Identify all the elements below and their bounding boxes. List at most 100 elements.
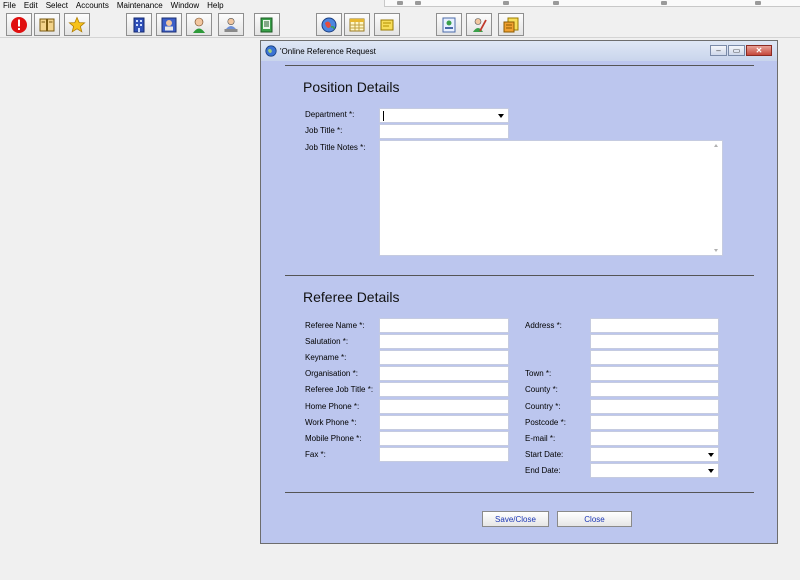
divider [285,492,754,493]
referee-job-title-input[interactable] [379,382,509,397]
building-icon [133,17,145,32]
menu-window[interactable]: Window [171,0,199,11]
reference-request-window: 'Online Reference Request – ▭ ✕ Position… [260,40,778,544]
cv-button[interactable] [436,13,462,36]
cv-icon [442,17,456,32]
placements-button[interactable] [466,13,492,36]
county-label: County *: [525,385,558,394]
menu-accounts[interactable]: Accounts [76,0,109,11]
work-phone-input[interactable] [379,415,509,430]
menu-file[interactable]: File [3,0,16,11]
postcode-label: Postcode *: [525,418,566,427]
web-button[interactable] [316,13,342,36]
window-title: 'Online Reference Request [280,46,376,56]
position-details-heading: Position Details [303,79,400,95]
salutation-input[interactable] [379,334,509,349]
chevron-down-icon [498,114,504,118]
window-titlebar[interactable]: 'Online Reference Request – ▭ ✕ [261,41,777,61]
country-input[interactable] [590,399,719,414]
note-icon [380,19,394,30]
mobile-phone-label: Mobile Phone *: [305,434,362,443]
keyname-label: Keyname *: [305,353,347,362]
favourites-button[interactable] [64,13,90,36]
keyname-input[interactable] [379,350,509,365]
notes-scrollbar[interactable] [711,141,722,255]
referee-details-heading: Referee Details [303,289,400,305]
start-date-picker[interactable] [590,447,719,462]
end-date-picker[interactable] [590,463,719,478]
organisation-label: Organisation *: [305,369,358,378]
close-window-button[interactable]: ✕ [746,45,772,56]
scroll-up-icon[interactable] [714,144,718,147]
menu-select[interactable]: Select [46,0,68,11]
text-caret [383,111,384,121]
maximize-icon: ▭ [732,45,741,55]
globe-icon [321,17,337,32]
companies-button[interactable] [126,13,152,36]
job-title-label: Job Title *: [305,126,343,135]
fax-input[interactable] [379,447,509,462]
scroll-down-icon[interactable] [714,249,718,252]
referee-name-label: Referee Name *: [305,321,365,330]
referee-name-input[interactable] [379,318,509,333]
book-icon [39,18,55,31]
book-button[interactable] [34,13,60,36]
person-icon [193,17,205,33]
menu-help[interactable]: Help [207,0,223,11]
end-date-label: End Date: [525,466,561,475]
country-label: Country *: [525,402,561,411]
contracts-button[interactable] [498,13,524,36]
divider [285,275,754,276]
fax-label: Fax *: [305,450,326,459]
email-label: E-mail *: [525,434,556,443]
documents-button[interactable] [254,13,280,36]
job-title-notes-label: Job Title Notes *: [305,143,366,152]
user-desk-icon [224,17,238,32]
mobile-phone-input[interactable] [379,431,509,446]
document-icon [260,17,273,32]
home-phone-input[interactable] [379,399,509,414]
county-input[interactable] [590,382,719,397]
email-input[interactable] [590,431,719,446]
menu-maintenance[interactable]: Maintenance [117,0,163,11]
candidates-button[interactable] [186,13,212,36]
menu-edit[interactable]: Edit [24,0,38,11]
save-close-button[interactable]: Save/Close [482,511,549,527]
town-label: Town *: [525,369,552,378]
toolbar [0,11,800,38]
person-edit-icon [473,17,487,32]
maximize-button[interactable]: ▭ [728,45,745,56]
department-select[interactable] [379,108,509,123]
close-button[interactable]: Close [557,511,632,527]
minimize-icon: – [716,45,721,55]
contracts-icon [503,17,519,32]
job-title-notes-textarea[interactable] [379,140,723,256]
chevron-down-icon [708,469,714,473]
globe-icon [265,45,277,57]
department-label: Department *: [305,110,355,119]
diary-button[interactable] [344,13,370,36]
notes-button[interactable] [374,13,400,36]
home-phone-label: Home Phone *: [305,402,360,411]
address-line-1-input[interactable] [590,318,719,333]
start-date-label: Start Date: [525,450,564,459]
alert-button[interactable] [6,13,32,36]
organisation-input[interactable] [379,366,509,381]
address-line-3-input[interactable] [590,350,719,365]
background-window-strip [384,0,800,7]
contacts-button[interactable] [156,13,182,36]
alert-icon [11,16,27,33]
divider [285,65,754,66]
town-input[interactable] [590,366,719,381]
users-button[interactable] [218,13,244,36]
job-title-input[interactable] [379,124,509,139]
chevron-down-icon [708,453,714,457]
minimize-button[interactable]: – [710,45,727,56]
postcode-input[interactable] [590,415,719,430]
address-label: Address *: [525,321,562,330]
close-icon: ✕ [755,45,763,55]
star-icon [68,15,86,33]
address-line-2-input[interactable] [590,334,719,349]
contact-card-icon [161,17,177,32]
salutation-label: Salutation *: [305,337,349,346]
